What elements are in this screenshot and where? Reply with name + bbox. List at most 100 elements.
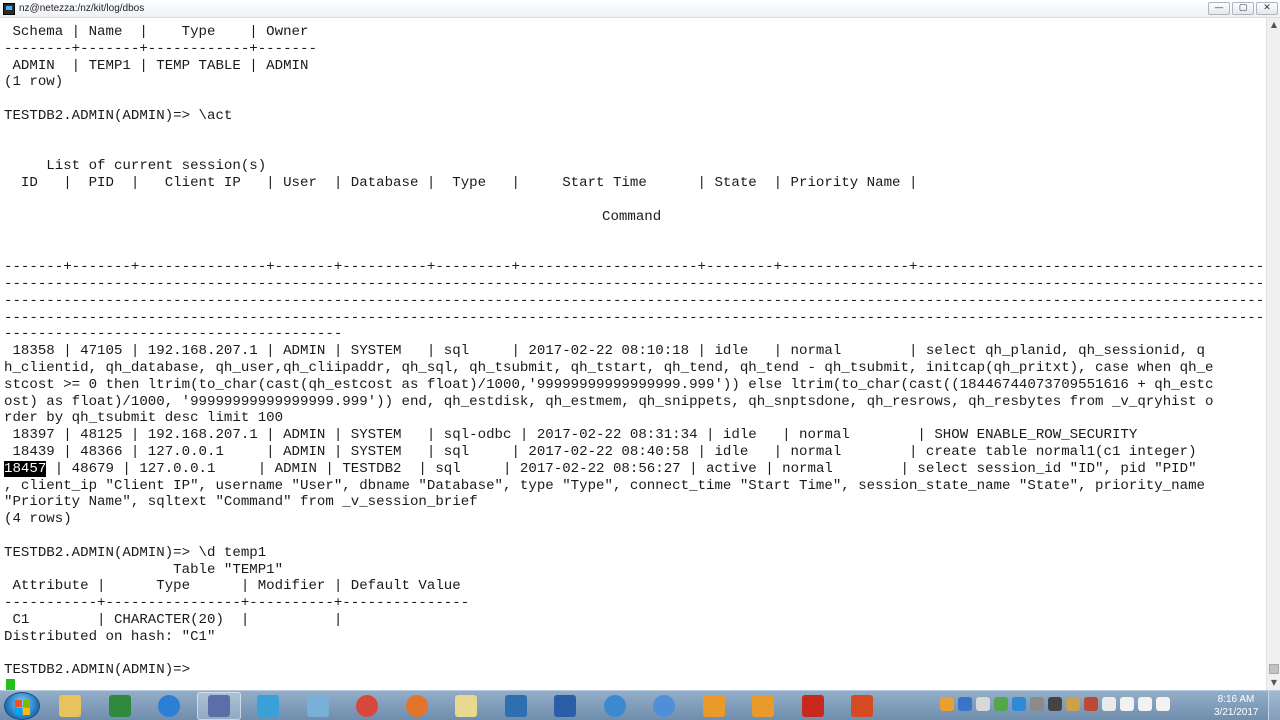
show-desktop-button[interactable] (1268, 691, 1280, 720)
window-title: nz@netezza:/nz/kit/log/dbos (19, 3, 145, 14)
terminal-line: , client_ip "Client IP", username "User"… (4, 478, 1205, 494)
taskbar-firefox-button[interactable] (395, 692, 439, 720)
terminal-line: stcost >= 0 then ltrim(to_char(cast(qh_e… (4, 377, 1214, 393)
folder-icon (455, 695, 477, 717)
tray-power-icon[interactable] (1120, 697, 1134, 711)
tray-status-icon[interactable] (994, 697, 1008, 711)
taskbar-powerpoint-button[interactable] (840, 692, 884, 720)
remote-icon (504, 695, 527, 717)
terminal-line: ----------------------------------------… (4, 276, 1266, 292)
taskbar-flower-button[interactable] (692, 692, 736, 720)
terminal-line: ost) as float)/1000, '99999999999999999.… (4, 394, 1214, 410)
terminal-line: (1 row) (4, 74, 64, 90)
terminal-line: -------+-------+---------------+-------+… (4, 259, 1266, 275)
taskbar-pdf-button[interactable] (791, 692, 835, 720)
start-button[interactable] (4, 692, 40, 720)
terminal-line: TESTDB2.ADMIN(ADMIN)=> \d temp1 (4, 545, 267, 561)
taskbar-internet-explorer-button[interactable] (147, 692, 191, 720)
taskbar-remote-button[interactable] (494, 692, 538, 720)
taskbar-excel-button[interactable] (98, 692, 142, 720)
taskbar-flower-button[interactable] (741, 692, 785, 720)
virtualbox-icon (554, 695, 576, 717)
chrome-icon (356, 695, 378, 717)
taskbar-explorer-button[interactable] (48, 692, 92, 720)
windows-logo-pane (15, 708, 22, 715)
taskbar-folder-button[interactable] (444, 692, 488, 720)
taskbar-virtualbox-button[interactable] (543, 692, 587, 720)
maximize-button[interactable]: ▢ (1232, 2, 1254, 15)
pdf-icon (801, 695, 824, 717)
terminal-line: ID | PID | Client IP | User | Database |… (4, 175, 918, 191)
terminal-line: rder by qh_tsubmit desc limit 100 (4, 410, 284, 426)
terminal-line: ----------------------------------------… (4, 293, 1266, 309)
windows-logo-icon (15, 700, 22, 707)
vm-icon (306, 695, 329, 717)
terminal-line: Schema | Name | Type | Owner (4, 24, 309, 40)
taskbar-network-button[interactable] (196, 692, 241, 720)
terminal-line: Attribute | Type | Modifier | Default Va… (4, 578, 461, 594)
tray-alert-icon[interactable] (1084, 697, 1098, 711)
terminal-line: ---------------------------------------- (4, 326, 343, 342)
terminal-app-icon (3, 2, 15, 15)
terminal-line: 18439 | 48366 | 127.0.0.1 | ADMIN | SYST… (4, 444, 1197, 460)
terminal-line: "Priority Name", sqltext "Command" from … (4, 494, 478, 510)
minimize-button[interactable]: — (1208, 2, 1230, 15)
tray-network-bars-icon[interactable] (1138, 697, 1152, 711)
prompt-line[interactable] (4, 679, 15, 690)
terminal-line: Table "TEMP1" (4, 562, 284, 578)
terminal-line: -----------+----------------+----------+… (4, 595, 470, 611)
tray-volume-icon[interactable] (1156, 697, 1170, 711)
tray-bluetooth-icon[interactable] (1048, 697, 1062, 711)
taskbar-media-button[interactable] (246, 692, 290, 720)
firefox-icon (405, 695, 428, 717)
text-cursor (6, 679, 15, 690)
window-controls: — ▢ ✕ (1208, 2, 1278, 15)
windows-logo-pane (23, 708, 30, 715)
tray-network-icon[interactable] (958, 697, 972, 711)
internet-explorer-icon (158, 695, 180, 717)
tray-flower-icon[interactable] (940, 697, 954, 711)
network-icon (207, 695, 230, 717)
taskbar-vm-button[interactable] (296, 692, 340, 720)
selected-session-id: 18457 (4, 461, 47, 477)
flower-icon (752, 695, 774, 717)
terminal-line: C1 | CHARACTER(20) | | (4, 612, 343, 628)
terminal-line: 18358 | 47105 | 192.168.207.1 | ADMIN | … (4, 343, 1205, 359)
tray-flag-icon[interactable] (1102, 697, 1116, 711)
command-header: Command (602, 209, 662, 225)
terminal-line: --------+-------+------------+------- (4, 41, 317, 57)
terminal-line: h_clientid, qh_database, qh_user,qh_clii… (4, 360, 1214, 376)
scrollbar-thumb[interactable] (1269, 664, 1279, 674)
excel-icon (108, 695, 131, 717)
flower-icon (702, 695, 725, 717)
scroll-down-arrow-icon[interactable]: ▼ (1267, 676, 1280, 690)
terminal-line-highlighted: 18457 | 48679 | 127.0.0.1 | ADMIN | TEST… (4, 461, 1197, 478)
tray-sync-icon[interactable] (1012, 697, 1026, 711)
windows-logo-pane (23, 700, 30, 707)
terminal-line: TESTDB2.ADMIN(ADMIN)=> \act (4, 108, 233, 124)
close-button[interactable]: ✕ (1256, 2, 1278, 15)
tray-security-icon[interactable] (1030, 697, 1044, 711)
terminal-line: Distributed on hash: "C1" (4, 629, 216, 645)
window-title-bar[interactable]: nz@netezza:/nz/kit/log/dbos — ▢ ✕ (0, 0, 1280, 18)
taskbar-lifesaver-button[interactable] (642, 692, 686, 720)
lifesaver-icon (653, 695, 675, 717)
taskbar-chrome-button[interactable] (345, 692, 389, 720)
terminal-line: ----------------------------------------… (4, 310, 1266, 326)
terminal-output[interactable]: Command 18457 | 48679 | 127.0.0.1 | ADMI… (0, 18, 1266, 690)
system-clock[interactable]: 8:16 AM 3/21/2017 (1214, 693, 1259, 719)
taskbar-q-app-button[interactable] (593, 692, 637, 720)
scroll-up-arrow-icon[interactable]: ▲ (1267, 18, 1280, 32)
explorer-icon (59, 695, 81, 717)
vertical-scrollbar[interactable]: ▲ ▼ (1266, 18, 1280, 690)
terminal-line: ADMIN | TEMP1 | TEMP TABLE | ADMIN (4, 58, 309, 74)
session-row-text: | 48679 | 127.0.0.1 | ADMIN | TESTDB2 | … (46, 461, 1197, 477)
clock-date: 3/21/2017 (1214, 707, 1259, 718)
media-icon (257, 695, 279, 717)
clock-time: 8:16 AM (1217, 694, 1255, 705)
terminal-line: TESTDB2.ADMIN(ADMIN)=> (4, 662, 199, 678)
tray-app-icon[interactable] (976, 697, 990, 711)
terminal-line: 18397 | 48125 | 192.168.207.1 | ADMIN | … (4, 427, 1138, 443)
tray-usb-icon[interactable] (1066, 697, 1080, 711)
q-app-icon (603, 695, 626, 717)
